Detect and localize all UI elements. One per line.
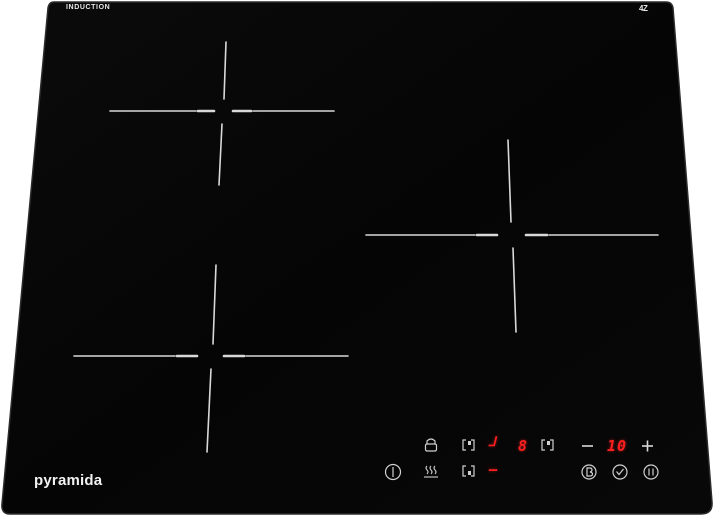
secondary-display: –	[489, 462, 498, 478]
brand-logo: pyramida	[34, 472, 103, 489]
power-level-display: 8	[518, 437, 528, 455]
zones-badge: 4Z	[639, 4, 648, 13]
glass-panel	[1, 1, 713, 515]
induction-hob: INDUCTION 4Z pyramida ᒧ 8 10 –	[0, 0, 720, 518]
zone-indicator-display: ᒧ	[488, 435, 496, 450]
timer-display: 10	[607, 437, 628, 455]
induction-label: INDUCTION	[66, 4, 111, 11]
